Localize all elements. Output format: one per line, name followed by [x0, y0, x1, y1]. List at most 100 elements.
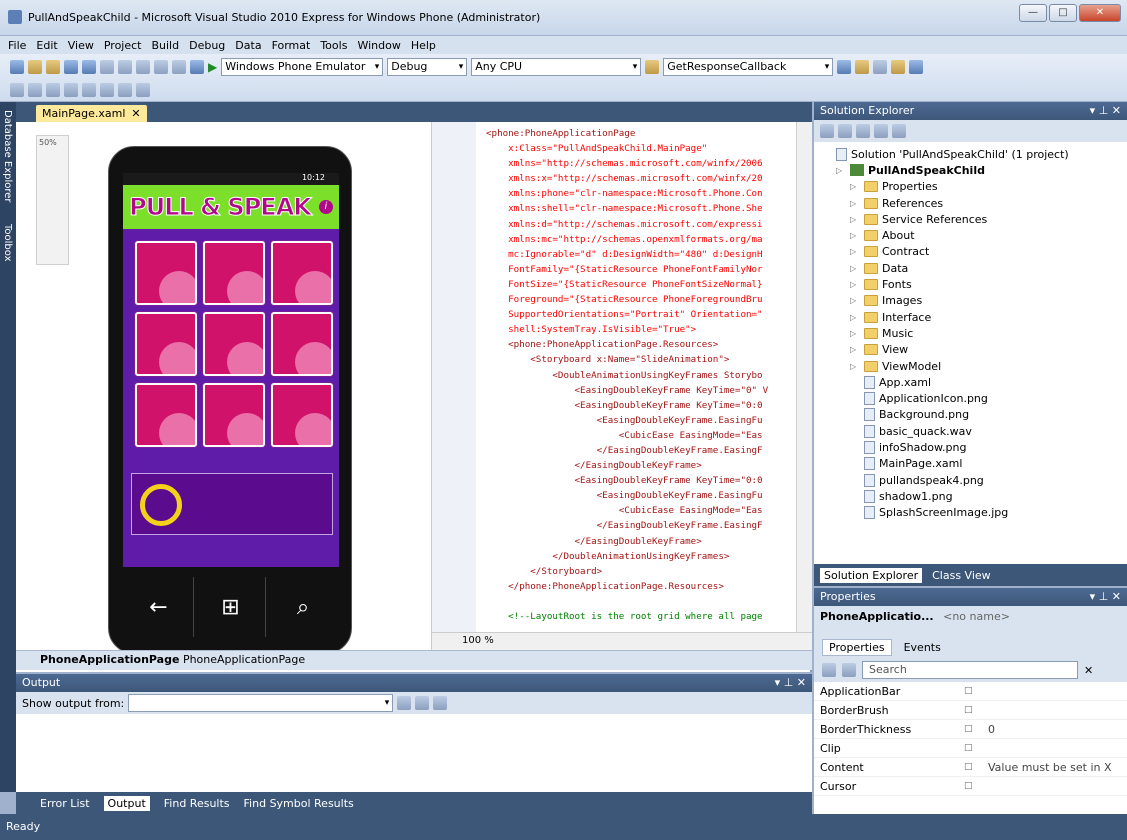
solution-item[interactable]: ApplicationIcon.png [822, 390, 1069, 406]
property-row[interactable]: Cursor □ [814, 777, 1127, 796]
expand-arrow-icon[interactable]: ▷ [850, 345, 860, 354]
zoom-slider[interactable]: 50% [36, 135, 69, 265]
property-row[interactable]: Clip □ [814, 739, 1127, 758]
solution-item[interactable]: ▷ Properties [822, 179, 1069, 195]
solution-item[interactable]: MainPage.xaml [822, 456, 1069, 472]
card-tile[interactable] [271, 312, 333, 376]
output-source-select[interactable] [128, 694, 394, 712]
indent-icon[interactable] [28, 83, 42, 97]
solution-item[interactable]: Solution 'PullAndSpeakChild' (1 project) [822, 146, 1069, 162]
info-icon[interactable]: i [318, 200, 333, 214]
menu-edit[interactable]: Edit [36, 39, 57, 52]
copy-icon[interactable] [118, 60, 132, 74]
solution-item[interactable]: Background.png [822, 407, 1069, 423]
bookmark-icon[interactable] [82, 83, 96, 97]
card-tile[interactable] [271, 383, 333, 447]
outdent-icon[interactable] [10, 83, 24, 97]
properties-icon[interactable] [820, 124, 834, 138]
word-wrap-icon[interactable] [433, 696, 448, 710]
prev-bookmark-icon[interactable] [118, 83, 132, 97]
card-tile[interactable] [271, 241, 333, 305]
back-arrow-icon[interactable]: ← [124, 577, 194, 637]
comment-icon[interactable] [46, 83, 60, 97]
solution-item[interactable]: shadow1.png [822, 488, 1069, 504]
menu-help[interactable]: Help [411, 39, 436, 52]
tab-find-symbol-results[interactable]: Find Symbol Results [244, 797, 354, 810]
toolbox-icon[interactable] [891, 60, 906, 74]
start-debugging-icon[interactable]: ▶ [208, 60, 217, 74]
property-row[interactable]: BorderBrush □ [814, 701, 1127, 720]
find-in-files-icon[interactable] [837, 60, 852, 74]
solution-item[interactable]: ▷ View [822, 342, 1069, 358]
find-message-icon[interactable] [397, 696, 412, 710]
save-all-icon[interactable] [82, 60, 96, 74]
tab-output[interactable]: Output [103, 795, 150, 811]
expand-arrow-icon[interactable]: ▷ [850, 247, 860, 256]
solution-item[interactable]: basic_quack.wav [822, 423, 1069, 439]
solution-item[interactable]: App.xaml [822, 374, 1069, 390]
start-page-icon[interactable] [909, 60, 924, 74]
expand-arrow-icon[interactable]: ▷ [850, 182, 860, 191]
pin-icon[interactable]: ▾ ⊥ ✕ [1090, 102, 1121, 120]
editor-zoom[interactable]: 100 % [462, 635, 494, 646]
expand-arrow-icon[interactable]: ▷ [850, 329, 860, 338]
windows-logo-icon[interactable]: ⊞ [196, 577, 266, 637]
save-icon[interactable] [64, 60, 78, 74]
redo-icon[interactable] [172, 60, 186, 74]
uncomment-icon[interactable] [64, 83, 78, 97]
property-marker-icon[interactable]: □ [964, 686, 988, 696]
solution-item[interactable]: ▷ Fonts [822, 276, 1069, 292]
card-tile[interactable] [135, 241, 197, 305]
menu-build[interactable]: Build [151, 39, 179, 52]
expand-arrow-icon[interactable]: ▷ [850, 362, 860, 371]
solution-item[interactable]: ▷ Contract [822, 244, 1069, 260]
menu-window[interactable]: Window [357, 39, 400, 52]
property-marker-icon[interactable]: □ [964, 762, 988, 772]
solution-item[interactable]: ▷ Data [822, 260, 1069, 276]
clear-search-icon[interactable]: ✕ [1084, 664, 1093, 677]
menu-file[interactable]: File [8, 39, 26, 52]
solution-item[interactable]: ▷ About [822, 227, 1069, 243]
search-input[interactable]: Search [862, 661, 1078, 679]
property-marker-icon[interactable]: □ [964, 781, 988, 791]
config-select[interactable]: Debug [387, 58, 468, 76]
tab-events[interactable]: Events [904, 641, 941, 654]
show-all-files-icon[interactable] [838, 124, 852, 138]
view-designer-icon[interactable] [892, 124, 906, 138]
clear-all-icon[interactable] [415, 696, 430, 710]
find-icon[interactable] [645, 60, 660, 74]
maximize-button[interactable]: □ [1049, 4, 1077, 22]
solution-item[interactable]: ▷ PullAndSpeakChild [822, 162, 1069, 178]
close-icon[interactable]: ✕ [131, 107, 140, 120]
property-row[interactable]: ApplicationBar □ [814, 682, 1127, 701]
expand-arrow-icon[interactable]: ▷ [850, 296, 860, 305]
undo-icon[interactable] [154, 60, 168, 74]
split-gutter[interactable] [432, 122, 476, 652]
tab-properties[interactable]: Properties [822, 638, 892, 656]
property-value[interactable]: Value must be set in X [988, 761, 1127, 774]
tab-mainpage-xaml[interactable]: MainPage.xaml ✕ [36, 105, 147, 122]
menu-data[interactable]: Data [235, 39, 261, 52]
expand-arrow-icon[interactable]: ▷ [850, 264, 860, 273]
find-combo[interactable]: GetResponseCallback [663, 58, 834, 76]
properties-icon[interactable] [873, 60, 888, 74]
breadcrumb-element[interactable]: PhoneApplicationPage [40, 653, 179, 666]
navigate-icon[interactable] [190, 60, 204, 74]
tab-find-results[interactable]: Find Results [164, 797, 230, 810]
alphabetical-icon[interactable] [842, 663, 856, 677]
close-button[interactable]: ✕ [1079, 4, 1121, 22]
solution-item[interactable]: ▷ Interface [822, 309, 1069, 325]
solution-item[interactable]: ▷ References [822, 195, 1069, 211]
expand-arrow-icon[interactable]: ▷ [850, 280, 860, 289]
xaml-editor[interactable]: <phone:PhoneApplicationPage x:Class="Pul… [486, 126, 796, 626]
pin-icon[interactable]: ▾ ⊥ ✕ [1090, 588, 1121, 606]
expand-arrow-icon[interactable]: ▷ [850, 231, 860, 240]
expand-arrow-icon[interactable]: ▷ [836, 166, 846, 175]
menu-project[interactable]: Project [104, 39, 142, 52]
platform-select[interactable]: Any CPU [471, 58, 642, 76]
solution-item[interactable]: SplashScreenImage.jpg [822, 505, 1069, 521]
solution-item[interactable]: ▷ ViewModel [822, 358, 1069, 374]
view-code-icon[interactable] [874, 124, 888, 138]
solution-item[interactable]: ▷ Music [822, 325, 1069, 341]
menu-format[interactable]: Format [272, 39, 311, 52]
